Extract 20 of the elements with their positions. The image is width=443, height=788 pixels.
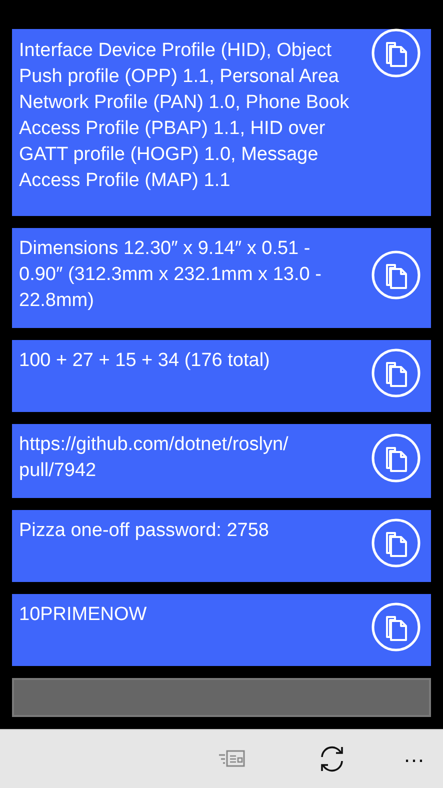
clip-card[interactable]: Dimensions 12.30″ x 9.14″ x 0.51 - 0.90″ (312.3mm x 232.1mm x 13.0 - 22.8mm) (12, 228, 431, 328)
clip-text: Interface Device Profile (HID), Object Push profile (OPP) 1.1, Personal Area Network Profile (PAN) 1.0, Phone Book Access Profile (PBAP) 1.1, HID over GATT profile (HOGP) 1.0, Message Access Profile (MAP) 1.1 (19, 39, 350, 193)
copy-icon[interactable] (371, 518, 421, 568)
more-button[interactable]: … (397, 744, 431, 774)
clip-text: Dimensions 12.30″ x 9.14″ x 0.51 - 0.90″ (312.3mm x 232.1mm x 13.0 - 22.8mm) (19, 237, 322, 313)
clip-text: 10PRIMENOW (19, 603, 148, 627)
clip-text: Pizza one-off password: 2758 (19, 519, 270, 543)
copy-icon[interactable] (371, 28, 421, 78)
clip-card[interactable] (12, 29, 431, 216)
clip-text: https://github.com/dotnet/roslyn/ pull/7942 (19, 433, 290, 483)
input-field[interactable] (12, 678, 431, 717)
copy-icon[interactable] (371, 433, 421, 483)
clip-card[interactable]: 10PRIMENOW (12, 594, 431, 666)
copy-icon[interactable] (371, 348, 421, 398)
clip-card[interactable]: https://github.com/dotnet/roslyn/ pull/7942 (12, 424, 431, 498)
copy-icon[interactable] (371, 602, 421, 652)
clip-text: 100 + 27 + 15 + 34 (176 total) (19, 349, 271, 373)
clip-card[interactable]: 100 + 27 + 15 + 34 (176 total) (12, 340, 431, 412)
clip-card[interactable]: Pizza one-off password: 2758 (12, 510, 431, 582)
copy-icon[interactable] (371, 250, 421, 300)
